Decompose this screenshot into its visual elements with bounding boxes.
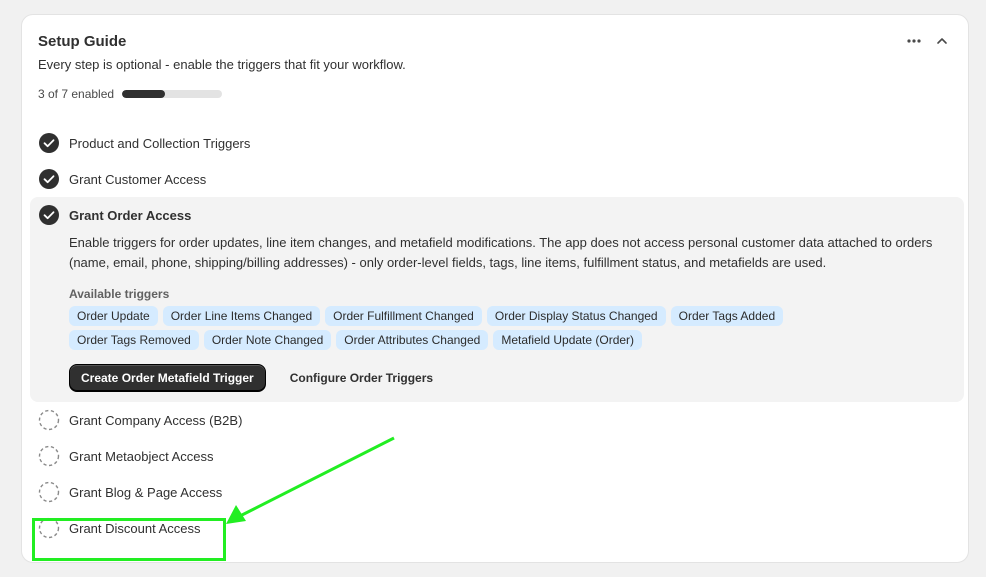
dashed-circle-icon bbox=[38, 445, 60, 467]
step-header[interactable]: Product and Collection Triggers bbox=[30, 125, 964, 161]
trigger-chip: Order Note Changed bbox=[203, 330, 332, 350]
step-header[interactable]: Grant Customer Access bbox=[30, 161, 964, 197]
step-grant-company-access[interactable]: Grant Company Access (B2B) bbox=[30, 402, 964, 438]
setup-guide-title: Setup Guide bbox=[38, 33, 127, 50]
step-label: Grant Metaobject Access bbox=[69, 448, 214, 464]
step-description: Enable triggers for order updates, line … bbox=[69, 235, 933, 270]
step-label: Grant Company Access (B2B) bbox=[69, 412, 243, 428]
trigger-chip: Order Fulfillment Changed bbox=[325, 306, 482, 326]
trigger-chip: Order Tags Added bbox=[670, 306, 784, 326]
trigger-chip: Metafield Update (Order) bbox=[493, 330, 643, 350]
progress-row: 3 of 7 enabled bbox=[38, 87, 223, 101]
trigger-chips: Order Update Order Line Items Changed Or… bbox=[69, 306, 869, 350]
step-grant-customer-access[interactable]: Grant Customer Access bbox=[30, 161, 964, 197]
check-circle-icon bbox=[38, 168, 60, 190]
setup-guide-subtitle: Every step is optional - enable the trig… bbox=[38, 57, 406, 72]
trigger-chip: Order Line Items Changed bbox=[162, 306, 321, 326]
progress-bar-fill bbox=[122, 90, 166, 98]
step-product-collection-triggers[interactable]: Product and Collection Triggers bbox=[30, 125, 964, 161]
check-circle-icon bbox=[38, 204, 60, 226]
dashed-circle-icon bbox=[38, 409, 60, 431]
annotation-highlight-box bbox=[32, 518, 226, 561]
step-label: Grant Blog & Page Access bbox=[69, 484, 223, 500]
progress-text: 3 of 7 enabled bbox=[38, 87, 115, 101]
step-grant-metaobject-access[interactable]: Grant Metaobject Access bbox=[30, 438, 964, 474]
trigger-chip: Order Tags Removed bbox=[69, 330, 199, 350]
trigger-chip: Order Update bbox=[69, 306, 158, 326]
step-label: Grant Order Access bbox=[69, 207, 192, 223]
more-horizontal-icon[interactable] bbox=[904, 31, 924, 51]
check-circle-icon bbox=[38, 132, 60, 154]
available-triggers-heading: Available triggers bbox=[69, 287, 170, 301]
step-header[interactable]: Grant Company Access (B2B) bbox=[30, 402, 964, 438]
chevron-up-icon[interactable] bbox=[932, 31, 952, 51]
step-grant-blog-page-access[interactable]: Grant Blog & Page Access bbox=[30, 474, 964, 510]
step-label: Grant Customer Access bbox=[69, 171, 207, 187]
trigger-chip: Order Display Status Changed bbox=[486, 306, 666, 326]
step-label: Product and Collection Triggers bbox=[69, 135, 251, 151]
setup-guide-card: Setup Guide Every step is optional - ena… bbox=[21, 14, 969, 563]
step-header[interactable]: Grant Blog & Page Access bbox=[30, 474, 964, 510]
progress-bar bbox=[122, 90, 223, 98]
step-header[interactable]: Grant Order Access bbox=[30, 197, 964, 233]
step-actions: Create Order Metafield Trigger Configure… bbox=[69, 364, 948, 392]
step-header[interactable]: Grant Metaobject Access bbox=[30, 438, 964, 474]
step-grant-order-access[interactable]: Grant Order Access Enable triggers for o… bbox=[30, 197, 964, 402]
dashed-circle-icon bbox=[38, 481, 60, 503]
header-actions bbox=[904, 31, 952, 51]
create-order-metafield-trigger-button[interactable]: Create Order Metafield Trigger bbox=[69, 364, 266, 392]
step-details: Enable triggers for order updates, line … bbox=[30, 233, 964, 392]
configure-order-triggers-button[interactable]: Configure Order Triggers bbox=[280, 365, 443, 391]
steps-list: Product and Collection Triggers Grant Cu… bbox=[30, 125, 964, 546]
trigger-chip: Order Attributes Changed bbox=[336, 330, 489, 350]
